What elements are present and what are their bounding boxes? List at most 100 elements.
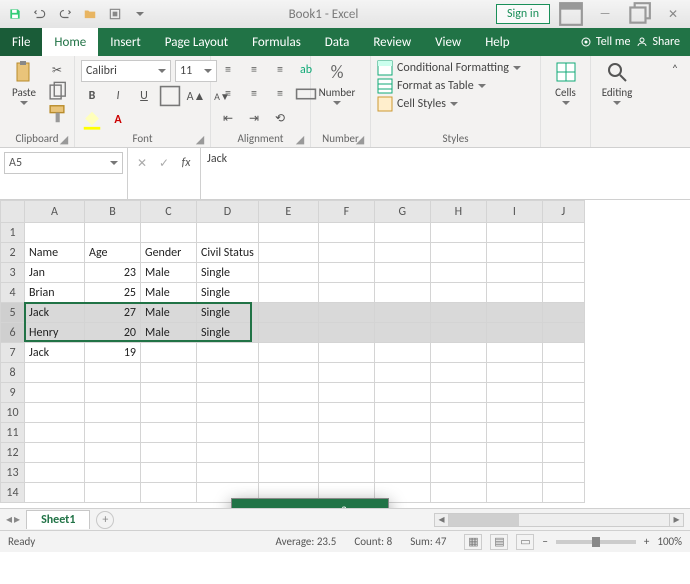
- cell[interactable]: [318, 403, 374, 423]
- cell[interactable]: [25, 383, 85, 403]
- cell[interactable]: [430, 403, 486, 423]
- cell[interactable]: [374, 323, 430, 343]
- tell-me-button[interactable]: Tell me: [580, 35, 631, 49]
- cell[interactable]: [542, 423, 584, 443]
- hscroll-left-icon[interactable]: ◂: [435, 514, 449, 526]
- alignment-launcher-icon[interactable]: ◢: [294, 133, 306, 145]
- zoom-slider[interactable]: [556, 540, 636, 544]
- cell[interactable]: [486, 343, 542, 363]
- cell[interactable]: [430, 363, 486, 383]
- align-right-icon[interactable]: ≡: [269, 84, 291, 104]
- row-header[interactable]: 14: [1, 483, 25, 503]
- cell[interactable]: [141, 443, 197, 463]
- cell[interactable]: [542, 283, 584, 303]
- cell[interactable]: 27: [85, 303, 141, 323]
- cell[interactable]: [258, 443, 318, 463]
- cell[interactable]: Single: [197, 303, 259, 323]
- cell[interactable]: Male: [141, 263, 197, 283]
- cell[interactable]: [542, 343, 584, 363]
- cell[interactable]: [318, 223, 374, 243]
- cell[interactable]: [374, 243, 430, 263]
- row-header[interactable]: 9: [1, 383, 25, 403]
- cell[interactable]: [85, 403, 141, 423]
- cell[interactable]: [430, 303, 486, 323]
- cell[interactable]: Gender: [141, 243, 197, 263]
- cell[interactable]: [197, 383, 259, 403]
- column-header[interactable]: H: [430, 201, 486, 223]
- cell[interactable]: [486, 363, 542, 383]
- column-header[interactable]: I: [486, 201, 542, 223]
- restore-icon[interactable]: [626, 4, 652, 24]
- cell[interactable]: [141, 483, 197, 503]
- cell[interactable]: [374, 383, 430, 403]
- align-left-icon[interactable]: ≡: [217, 84, 239, 104]
- cell[interactable]: [141, 403, 197, 423]
- column-header[interactable]: C: [141, 201, 197, 223]
- cell[interactable]: [486, 383, 542, 403]
- cell[interactable]: [25, 223, 85, 243]
- tab-home[interactable]: Home: [42, 28, 98, 56]
- cell[interactable]: 19: [85, 343, 141, 363]
- number-format-button[interactable]: % Number: [317, 60, 357, 105]
- conditional-formatting-button[interactable]: Conditional Formatting: [377, 60, 521, 76]
- font-color-icon[interactable]: A: [107, 110, 129, 130]
- row-header[interactable]: 12: [1, 443, 25, 463]
- tab-insert[interactable]: Insert: [98, 28, 153, 56]
- cell[interactable]: [430, 263, 486, 283]
- close-icon[interactable]: ✕: [660, 4, 686, 24]
- cell[interactable]: [318, 443, 374, 463]
- cell[interactable]: Male: [141, 323, 197, 343]
- minimize-icon[interactable]: —: [592, 4, 618, 24]
- cell[interactable]: [85, 463, 141, 483]
- sheet-tab[interactable]: Sheet1: [26, 510, 90, 529]
- column-header[interactable]: B: [85, 201, 141, 223]
- format-painter-icon[interactable]: [46, 104, 68, 124]
- cell[interactable]: [542, 243, 584, 263]
- fill-color-icon[interactable]: [81, 110, 103, 130]
- redo-icon[interactable]: [54, 4, 76, 24]
- cell[interactable]: [258, 463, 318, 483]
- cell[interactable]: [486, 283, 542, 303]
- save-icon[interactable]: [4, 4, 26, 24]
- cell[interactable]: [25, 403, 85, 423]
- cell[interactable]: [258, 343, 318, 363]
- cell[interactable]: [542, 443, 584, 463]
- cell[interactable]: [486, 323, 542, 343]
- increase-indent-icon[interactable]: ⇥: [243, 108, 265, 128]
- cell[interactable]: [486, 423, 542, 443]
- cell[interactable]: [85, 483, 141, 503]
- cell[interactable]: [374, 303, 430, 323]
- decrease-indent-icon[interactable]: ⇤: [217, 108, 239, 128]
- sheet-nav-first-icon[interactable]: ◂: [6, 512, 12, 527]
- cell[interactable]: [374, 223, 430, 243]
- horizontal-scrollbar[interactable]: ◂ ▸: [434, 513, 684, 527]
- column-header[interactable]: D: [197, 201, 259, 223]
- font-launcher-icon[interactable]: ◢: [194, 133, 206, 145]
- copy-icon[interactable]: [46, 82, 68, 102]
- column-header[interactable]: E: [258, 201, 318, 223]
- cell[interactable]: Jack: [25, 343, 85, 363]
- cell[interactable]: [318, 243, 374, 263]
- cell[interactable]: [25, 483, 85, 503]
- number-launcher-icon[interactable]: ◢: [354, 133, 366, 145]
- hscroll-right-icon[interactable]: ▸: [669, 514, 683, 526]
- tab-help[interactable]: Help: [473, 28, 521, 56]
- cell[interactable]: [430, 323, 486, 343]
- cell[interactable]: Male: [141, 303, 197, 323]
- fx-icon[interactable]: fx: [176, 152, 196, 174]
- sign-in-button[interactable]: Sign in: [496, 4, 550, 24]
- column-header[interactable]: G: [374, 201, 430, 223]
- cell[interactable]: [85, 363, 141, 383]
- page-layout-view-icon[interactable]: ▤: [490, 534, 508, 550]
- cell[interactable]: [258, 303, 318, 323]
- cell[interactable]: [542, 483, 584, 503]
- cell[interactable]: [25, 423, 85, 443]
- cell[interactable]: [85, 223, 141, 243]
- italic-button[interactable]: I: [107, 86, 129, 106]
- cell[interactable]: [318, 463, 374, 483]
- underline-button[interactable]: U: [133, 86, 155, 106]
- open-icon[interactable]: [79, 4, 101, 24]
- cell[interactable]: [141, 383, 197, 403]
- column-header[interactable]: F: [318, 201, 374, 223]
- cell[interactable]: [141, 363, 197, 383]
